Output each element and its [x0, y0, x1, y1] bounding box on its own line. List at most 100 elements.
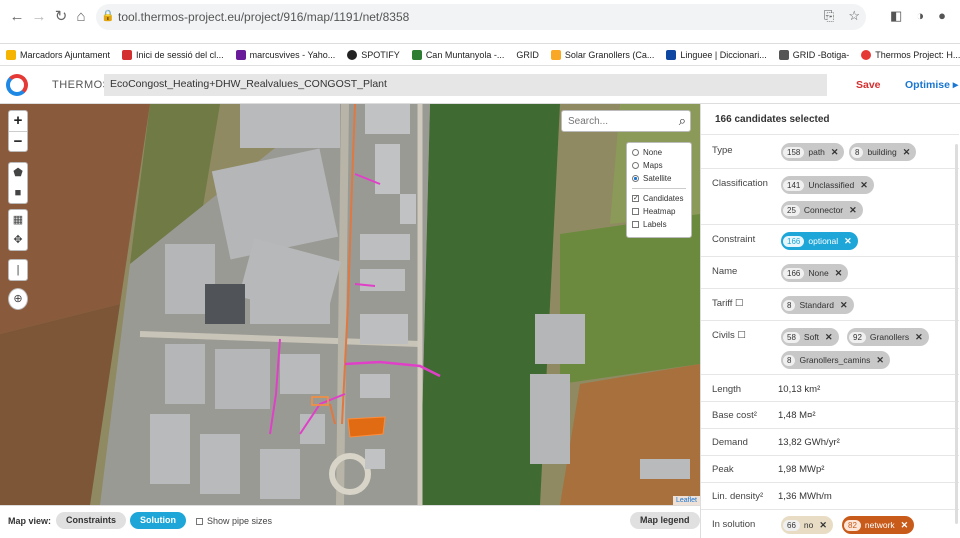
filter-chip[interactable]: 8 Granollers_camins ✕ [781, 351, 890, 369]
app-name: THERMOS [52, 79, 111, 91]
search-icon[interactable]: ⌕ [679, 113, 686, 129]
remove-icon[interactable]: ✕ [915, 332, 923, 343]
remove-icon[interactable]: ✕ [903, 147, 911, 158]
overlay-heatmap[interactable]: Heatmap [632, 205, 686, 218]
linguee-icon [666, 49, 677, 60]
ruler-icon[interactable]: | [9, 260, 27, 280]
map-view-bar: Map view: Constraints Solution Show pipe… [0, 505, 700, 538]
optimise-button[interactable]: Optimise ▸ [905, 79, 958, 91]
remove-icon[interactable]: ✕ [876, 355, 884, 366]
polygon-draw-icon[interactable]: ⬟ [9, 163, 27, 183]
row-label: Name [712, 266, 738, 277]
extension-circle-icon[interactable]: ◑ [916, 8, 924, 24]
home-icon[interactable]: ⌂ [72, 8, 90, 26]
row-value: 13,82 GWh/yr² [778, 437, 840, 448]
forward-icon[interactable]: → [30, 8, 48, 26]
reload-icon[interactable]: ↻ [52, 8, 70, 26]
crosshair-icon: ⊕ [13, 293, 23, 305]
back-icon[interactable]: ← [8, 8, 26, 26]
profile-icon[interactable]: ● [938, 8, 946, 24]
row-type: Type 158 path ✕ 8 building ✕ [701, 134, 959, 168]
map-search-input[interactable] [568, 111, 668, 131]
solution-button[interactable]: Solution [130, 512, 186, 529]
thermos-logo-icon[interactable] [6, 74, 28, 96]
row-value: 10,13 km² [778, 384, 821, 395]
bookmark-item[interactable]: Can Muntanyola -... [411, 49, 504, 60]
overlay-candidates[interactable]: ✓ Candidates [632, 192, 686, 205]
remove-icon[interactable]: ✕ [819, 520, 827, 531]
row-label[interactable]: Tariff ☐ [712, 298, 744, 309]
filter-chip[interactable]: 66 no ✕ [781, 516, 833, 534]
filter-chip[interactable]: 8 Standard ✕ [781, 296, 854, 314]
bookmark-item[interactable]: SPOTIFY [347, 49, 400, 60]
grid-select-icon[interactable]: ▦ [9, 210, 27, 230]
bookmark-item[interactable]: GRID -Botiga- [778, 49, 849, 60]
remove-icon[interactable]: ✕ [901, 520, 909, 531]
extension-icon[interactable]: ◧ [890, 8, 902, 24]
site-icon [411, 49, 422, 60]
remove-icon[interactable]: ✕ [860, 180, 868, 191]
constraints-button[interactable]: Constraints [56, 512, 127, 529]
checkbox-candidates[interactable]: ✓ [632, 195, 639, 202]
bookmark-item[interactable]: GRID [516, 50, 539, 60]
bookmark-item[interactable]: marcusvives - Yaho... [235, 49, 335, 60]
layer-divider [632, 188, 686, 189]
bookmark-item[interactable]: Thermos Project: H... [861, 49, 960, 60]
row-classification: Classification 141 Unclassified ✕ 25 Connec… [701, 168, 959, 224]
row-label: Constraint [712, 234, 756, 245]
map-legend-button[interactable]: Map legend [630, 512, 700, 529]
panel-scrollbar[interactable] [955, 144, 958, 524]
zoom-in-button[interactable]: + [9, 111, 27, 131]
project-name-field[interactable]: EcoCongost_Heating+DHW_Realvalues_CONGOS… [104, 74, 827, 96]
row-label: Type [712, 145, 733, 156]
pipe-sizes-checkbox[interactable] [196, 517, 203, 525]
filter-chip[interactable]: 8 building ✕ [849, 143, 917, 161]
filter-chip[interactable]: 166 None ✕ [781, 264, 849, 282]
layer-option-maps[interactable]: Maps [632, 159, 686, 172]
rectangle-draw-icon[interactable]: ■ [9, 183, 27, 203]
url-text[interactable]: tool.thermos-project.eu/project/916/map/… [118, 10, 409, 24]
radio-maps[interactable] [632, 162, 639, 169]
radio-satellite[interactable] [632, 175, 639, 182]
layer-option-none[interactable]: None [632, 146, 686, 159]
locate-button[interactable]: ⊕ [8, 288, 28, 310]
bookmark-item[interactable]: Inici de sessió del cl... [122, 49, 224, 60]
spotify-icon [347, 49, 358, 60]
overlay-labels[interactable]: Labels [632, 218, 686, 231]
layer-option-satellite[interactable]: Satellite [632, 172, 686, 185]
bookmark-item[interactable]: Linguee | Diccionari... [666, 49, 767, 60]
filter-chip[interactable]: 25 Connector ✕ [781, 201, 863, 219]
row-name: Name 166 None ✕ [701, 256, 959, 288]
address-bar[interactable]: 🔒 tool.thermos-project.eu/project/916/ma… [96, 4, 866, 30]
bookmark-item[interactable]: Solar Granollers (Ca... [550, 49, 654, 60]
bookmark-item[interactable]: Marcadors Ajuntament [6, 49, 110, 60]
remove-icon[interactable]: ✕ [849, 205, 857, 216]
row-label[interactable]: Civils ☐ [712, 330, 746, 341]
filter-chip[interactable]: 82 network ✕ [842, 516, 915, 534]
save-button[interactable]: Save [856, 79, 881, 91]
checkbox-labels[interactable] [632, 221, 639, 228]
filter-chip[interactable]: 92 Granollers ✕ [847, 328, 929, 346]
map-view[interactable]: + − ⬟ ■ ▦ ✥ | ⊕ ⌕ None Maps Satellite ✓C… [0, 104, 700, 505]
show-pipe-sizes[interactable]: Show pipe sizes [196, 516, 272, 526]
leaflet-attribution[interactable]: Leaflet [672, 496, 700, 505]
filter-chip[interactable]: 158 path ✕ [781, 143, 845, 161]
remove-icon[interactable]: ✕ [844, 236, 852, 247]
filter-chip[interactable]: 58 Soft ✕ [781, 328, 839, 346]
bookmark-star-icon[interactable]: ☆ [848, 8, 860, 24]
radio-none[interactable] [632, 149, 639, 156]
pan-icon[interactable]: ✥ [9, 230, 27, 250]
satellite-map[interactable] [0, 104, 700, 505]
remove-icon[interactable]: ✕ [840, 300, 848, 311]
checkbox-heatmap[interactable] [632, 208, 639, 215]
translate-icon[interactable]: ⎘ [824, 8, 834, 24]
zoom-out-button[interactable]: − [9, 131, 27, 151]
remove-icon[interactable]: ✕ [825, 332, 833, 343]
filter-chip[interactable]: 166 optional ✕ [781, 232, 858, 250]
draw-toolbar: ⬟ ■ [8, 162, 28, 204]
edit-toolbar: ▦ ✥ [8, 209, 28, 251]
layer-control: None Maps Satellite ✓ Candidates Heatmap … [626, 142, 692, 238]
remove-icon[interactable]: ✕ [831, 147, 839, 158]
filter-chip[interactable]: 141 Unclassified ✕ [781, 176, 874, 194]
remove-icon[interactable]: ✕ [835, 268, 843, 279]
